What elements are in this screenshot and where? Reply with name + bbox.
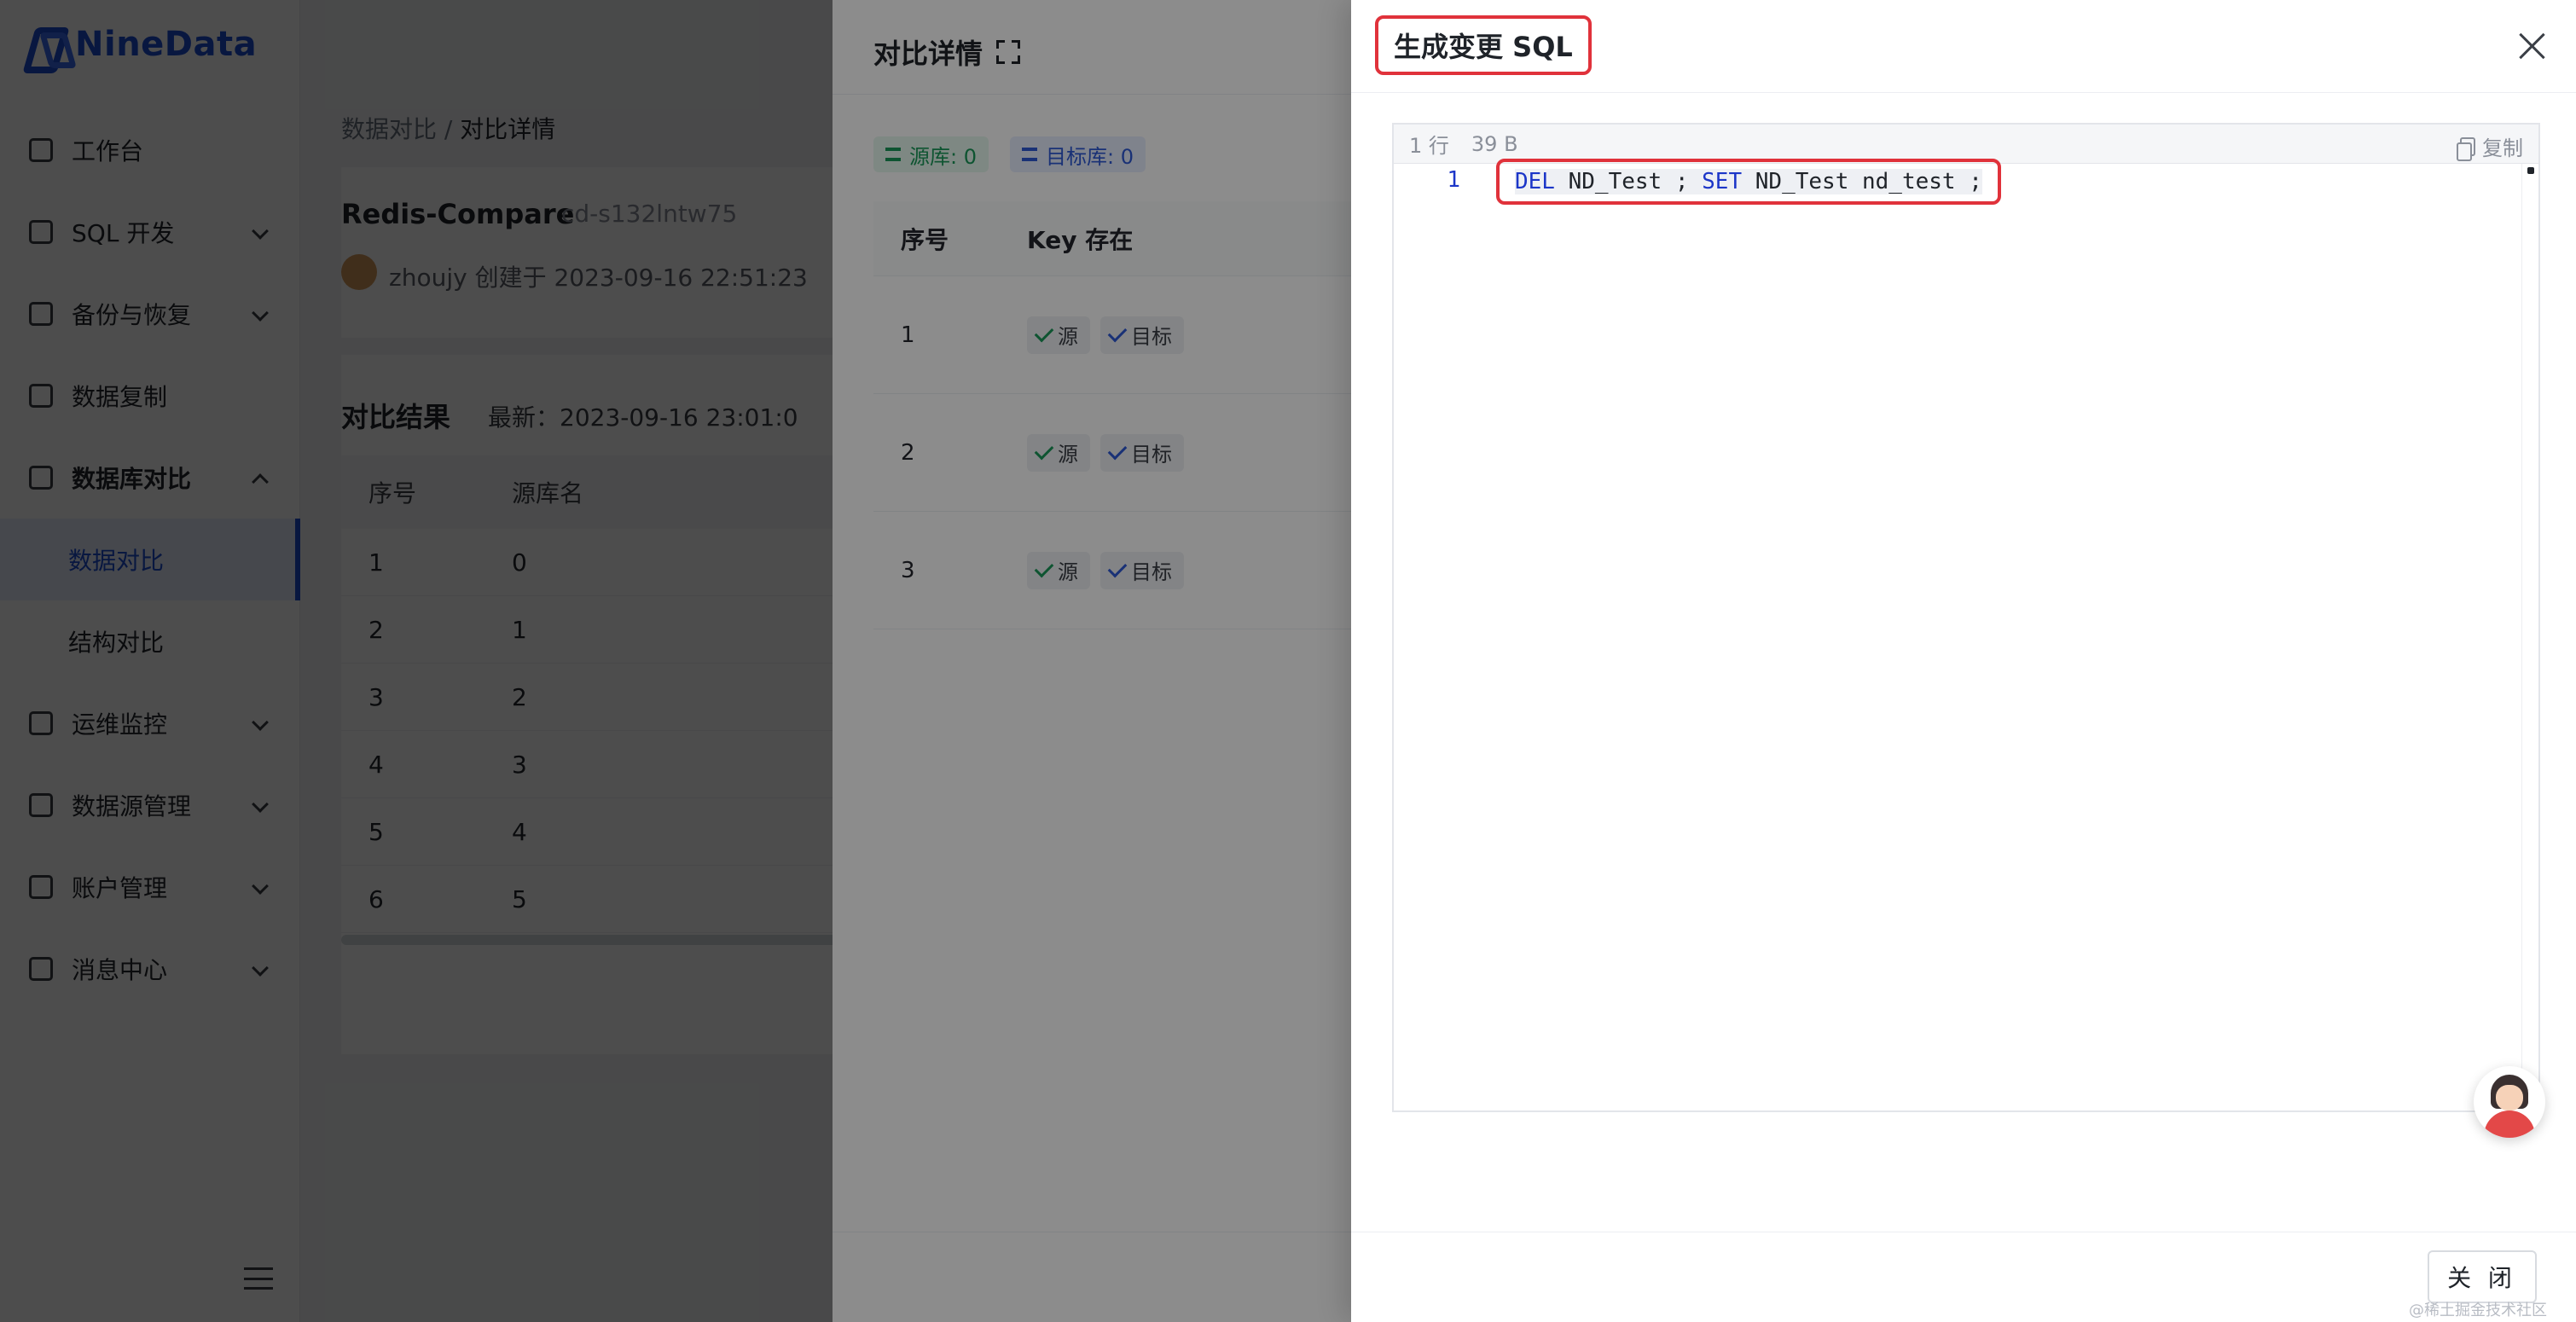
sql-text: ND_Test ; (1554, 169, 1703, 194)
sql-keyword: SET (1702, 169, 1743, 194)
divider (1351, 92, 2576, 93)
watermark: @稀土掘金技术社区 (2409, 1302, 2547, 1319)
vertical-scrollbar[interactable] (2521, 164, 2538, 1110)
copy-button[interactable]: 复制 (2457, 131, 2523, 161)
copy-icon (2457, 136, 2475, 161)
line-number: 1 (1447, 167, 1460, 193)
sql-editor[interactable]: 1 行 39 B 复制 1 DEL ND_Test ; SET ND_Test … (1392, 123, 2540, 1112)
support-assistant-avatar[interactable] (2474, 1066, 2545, 1138)
assistant-body (2484, 1110, 2535, 1138)
byte-size: 39 B (1471, 131, 1518, 156)
drawer-title: 生成变更 SQL (1375, 15, 1592, 75)
copy-label: 复制 (2482, 136, 2523, 160)
assistant-face (2496, 1085, 2523, 1110)
generate-sql-drawer: 生成变更 SQL 1 行 39 B 复制 1 DEL ND_Test ; SET… (1351, 0, 2576, 1322)
editor-body[interactable]: 1 DEL ND_Test ; SET ND_Test nd_test ; (1394, 159, 2538, 1110)
sql-keyword: DEL (1515, 169, 1555, 194)
sql-text: ND_Test nd_test ; (1742, 169, 1982, 194)
sql-code-line[interactable]: DEL ND_Test ; SET ND_Test nd_test ; (1496, 159, 2001, 205)
close-icon[interactable] (2518, 32, 2545, 60)
close-button[interactable]: 关 闭 (2428, 1250, 2537, 1303)
line-count: 1 行 (1409, 134, 1449, 158)
